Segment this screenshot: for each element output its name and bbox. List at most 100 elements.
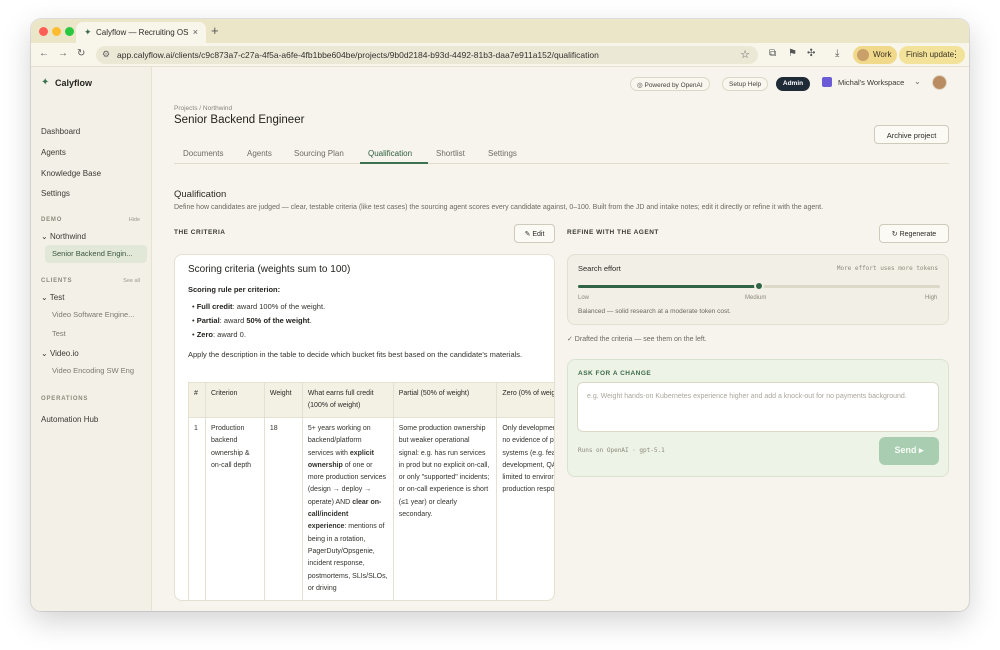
profile-button[interactable]: Work — [853, 46, 897, 64]
row-full-credit: 5+ years working on backend/platform ser… — [301, 416, 394, 600]
bookmark-star-icon[interactable]: ☆ — [740, 48, 750, 61]
criteria-label: THE CRITERIA — [174, 229, 226, 236]
sidebar-section-demo: DEMO — [41, 217, 63, 223]
browser-window: ✦ Calyflow — Recruiting OS × + ← → ↻ ⚙ a… — [31, 19, 969, 611]
search-effort-panel: Search effort More effort uses more toke… — [567, 254, 949, 325]
new-tab-icon[interactable]: + — [211, 23, 219, 38]
setup-help-button[interactable]: Setup Help — [722, 77, 769, 91]
tab-documents[interactable]: Documents — [183, 149, 223, 158]
regenerate-button[interactable]: ↻ Regenerate — [879, 224, 949, 243]
main-content: ◎ Powered by OpenAI Setup Help Admin Mic… — [152, 67, 969, 611]
sidebar-item-agents[interactable]: Agents — [41, 148, 66, 157]
project-tabs: Documents Agents Sourcing Plan Qualifica… — [174, 144, 949, 164]
sidebar-group-northwind[interactable]: ⌄ Northwind — [41, 232, 86, 241]
profile-avatar — [857, 49, 869, 61]
tab-agents[interactable]: Agents — [247, 149, 272, 158]
close-tab-icon[interactable]: × — [193, 27, 198, 37]
rule-term: Partial — [196, 316, 220, 325]
drafted-status: ✓ Drafted the criteria — see them on the… — [567, 336, 707, 343]
sidebar-item-automation-hub[interactable]: Automation Hub — [41, 415, 98, 424]
column-header: # — [188, 382, 206, 418]
finish-update-button[interactable]: Finish update ⋮ — [899, 46, 965, 64]
slider-fill — [578, 285, 759, 288]
model-info: Runs on OpenAI · gpt-5.1 — [578, 447, 665, 454]
row-number: 1 — [188, 416, 206, 600]
column-header: Zero (0% of weight) — [496, 382, 554, 418]
tick-high: High — [925, 295, 938, 301]
more-vertical-icon: ⋮ — [951, 49, 960, 59]
criteria-heading: Scoring criteria (weights sum to 100) — [188, 264, 351, 275]
sidebar-group-video-io[interactable]: ⌄ Video.io — [41, 349, 79, 358]
user-avatar[interactable] — [932, 75, 947, 90]
puzzle-icon[interactable]: ✣ — [807, 48, 815, 59]
tab-sourcing-plan[interactable]: Sourcing Plan — [294, 149, 344, 158]
sidebar: ✦ Calyflow Dashboard Agents Knowledge Ba… — [31, 67, 152, 611]
gift-icon[interactable]: ⚑ — [788, 48, 797, 59]
chevron-down-icon: ⌄ — [41, 232, 50, 241]
row-criterion: Production backend ownership & on-call d… — [204, 416, 265, 600]
rule-text: : award — [219, 316, 247, 325]
rule-term: Zero — [196, 330, 213, 339]
sidebar-section-clients: CLIENTS — [41, 278, 73, 284]
sidebar-item-settings[interactable]: Settings — [41, 189, 70, 198]
criteria-card: Scoring criteria (weights sum to 100) Sc… — [174, 254, 555, 601]
download-icon[interactable]: ⤓ — [835, 48, 839, 59]
table-row: 1 Production backend ownership & on-call… — [188, 416, 554, 600]
column-header: What earns full credit (100% of weight) — [301, 382, 394, 418]
chevron-down-icon: ⌄ — [41, 293, 50, 302]
tab-shortlist[interactable]: Shortlist — [436, 149, 465, 158]
rule-term: Full credit — [196, 302, 233, 311]
address-bar[interactable]: ⚙ app.calyflow.ai/clients/c9c873a7-c27a-… — [96, 46, 758, 64]
slider-thumb[interactable] — [754, 281, 764, 291]
chevron-down-icon[interactable]: ⌄ — [914, 77, 921, 86]
tab-settings[interactable]: Settings — [488, 149, 517, 158]
sidebar-group-label: Video.io — [49, 349, 79, 358]
sidebar-item-dashboard[interactable]: Dashboard — [41, 127, 80, 136]
finish-update-label: Finish update — [906, 50, 955, 59]
minimize-window-button[interactable] — [52, 27, 61, 36]
change-request-input[interactable]: e.g. Weight hands-on Kubernetes experien… — [577, 382, 939, 432]
browser-tab[interactable]: ✦ Calyflow — Recruiting OS × — [76, 22, 206, 43]
breadcrumb[interactable]: Projects / Northwind — [174, 105, 232, 112]
brand-name: Calyflow — [55, 78, 93, 88]
apply-instructions: Apply the description in the table to de… — [188, 350, 523, 359]
browser-tab-bar: ✦ Calyflow — Recruiting OS × + — [31, 19, 969, 43]
sidebar-item-test[interactable]: Test — [52, 329, 145, 338]
column-header: Weight — [263, 382, 303, 418]
reload-icon[interactable]: ↻ — [77, 48, 85, 59]
sidebar-group-label: Northwind — [49, 232, 86, 241]
sidebar-item-video-encoding[interactable]: Video Encoding SW Eng — [52, 366, 145, 375]
app-root: ✦ Calyflow Dashboard Agents Knowledge Ba… — [31, 67, 969, 611]
sidebar-item-video-software[interactable]: Video Software Engine... — [52, 310, 145, 319]
sidebar-hide-link[interactable]: Hide — [129, 217, 140, 223]
maximize-window-button[interactable] — [65, 27, 74, 36]
browser-toolbar: ← → ↻ ⚙ app.calyflow.ai/clients/c9c873a7… — [31, 43, 969, 67]
sidebar-group-label: Test — [49, 293, 65, 302]
archive-project-button[interactable]: Archive project — [874, 125, 949, 144]
sidebar-item-knowledge-base[interactable]: Knowledge Base — [41, 169, 101, 178]
edit-button[interactable]: ✎ Edit — [514, 224, 555, 243]
sidebar-see-all-link[interactable]: See all — [123, 278, 140, 284]
tick-low: Low — [578, 295, 590, 301]
forward-arrow-icon[interactable]: → — [58, 48, 68, 59]
send-button[interactable]: Send ▸ — [879, 437, 939, 465]
search-effort-hint: More effort uses more tokens — [836, 265, 938, 272]
ask-change-label: ASK FOR A CHANGE — [578, 370, 652, 377]
workspace-switcher[interactable]: Michal's Workspace — [838, 78, 904, 87]
rule-full-credit: • Full credit: award 100% of the weight. — [192, 302, 326, 311]
rule-text: . — [309, 316, 312, 325]
sidebar-item-label: Senior Backend Engin... — [52, 249, 133, 258]
tab-qualification[interactable]: Qualification — [368, 149, 412, 158]
close-window-button[interactable] — [39, 27, 48, 36]
cell-text: : mentions of being in a rotation, Pager… — [307, 523, 388, 592]
sidebar-section-operations: OPERATIONS — [41, 396, 89, 402]
sidebar-group-test[interactable]: ⌄ Test — [41, 293, 64, 302]
back-arrow-icon[interactable]: ← — [39, 48, 49, 59]
chevron-down-icon: ⌄ — [41, 349, 50, 358]
rule-zero: • Zero: award 0. — [192, 330, 246, 339]
sidebar-item-senior-backend[interactable]: Senior Backend Engin... — [45, 245, 147, 263]
site-settings-icon[interactable]: ⚙ — [102, 49, 110, 60]
extension-icon[interactable]: ⧉ — [769, 48, 776, 59]
workspace-icon — [822, 77, 832, 87]
admin-badge[interactable]: Admin — [776, 77, 810, 91]
